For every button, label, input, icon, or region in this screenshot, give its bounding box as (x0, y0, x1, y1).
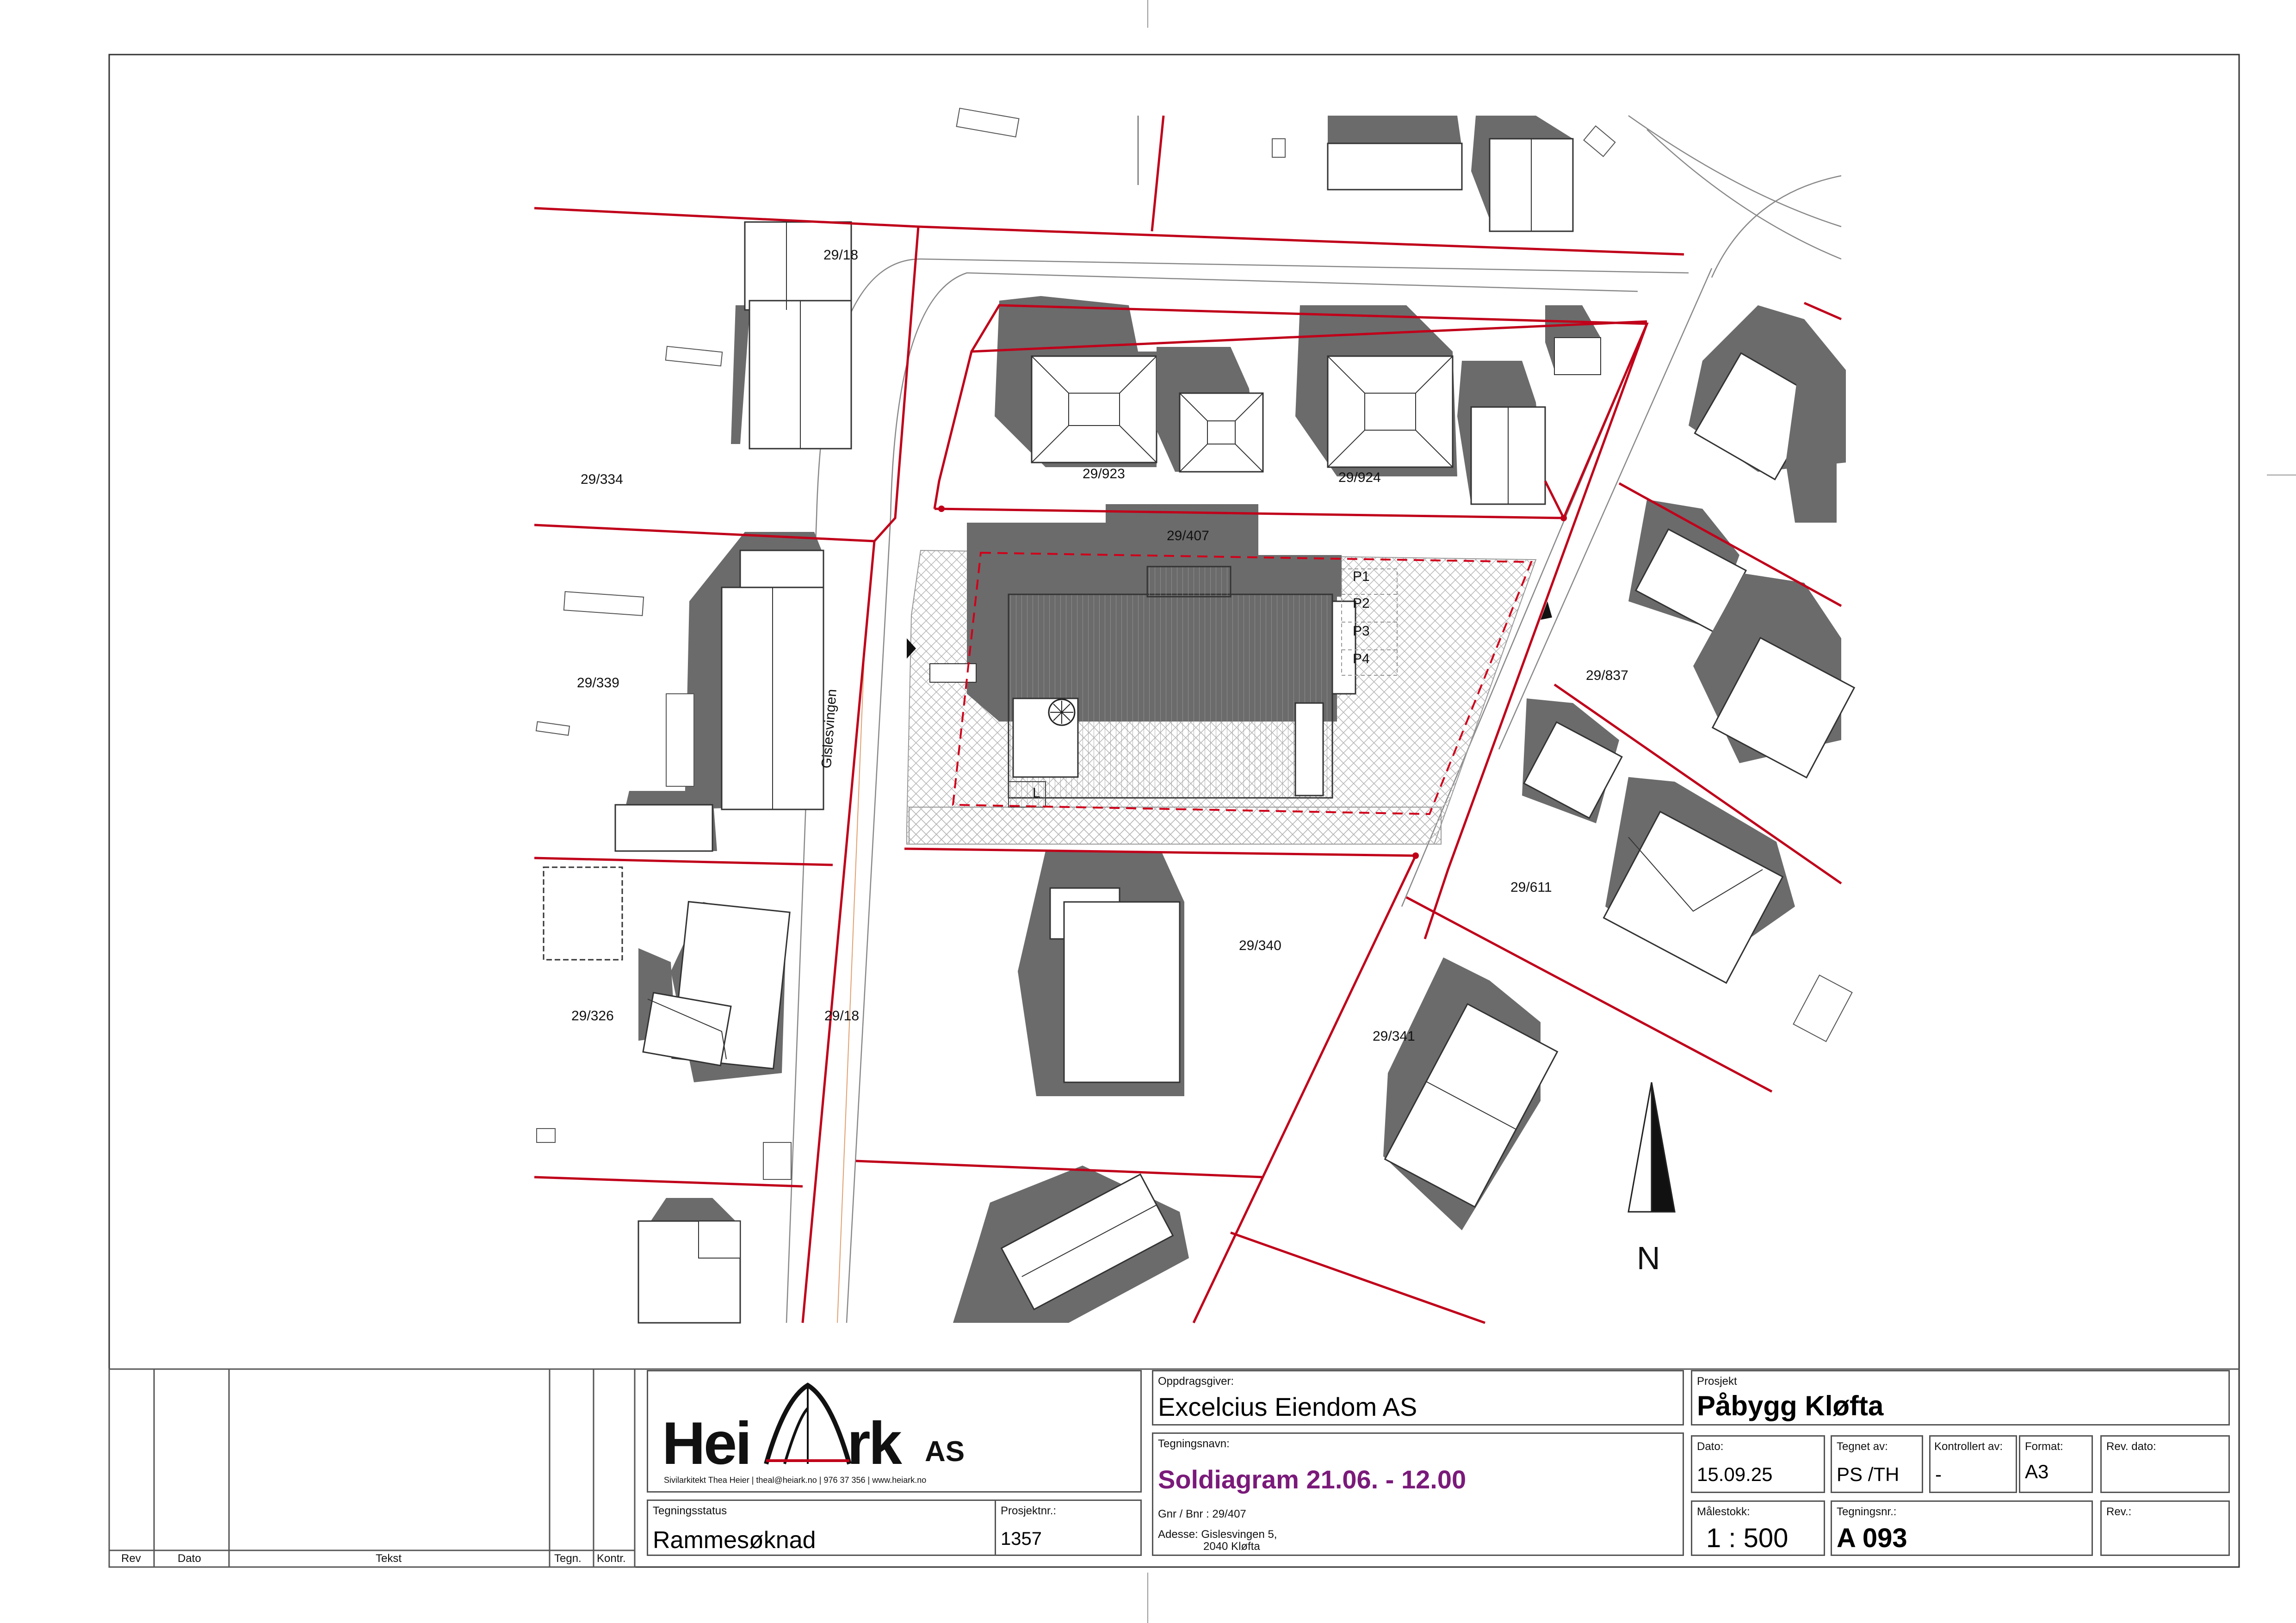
rev-label: Rev.: (2106, 1506, 2132, 1518)
parcel-label-29-923: 29/923 (1083, 466, 1125, 481)
main-building-wing (1331, 600, 1356, 695)
road-east (1401, 115, 1842, 907)
logo-subline: Sivilarkitekt Thea Heier | theal@heiark.… (664, 1475, 927, 1485)
oppdragsgiver-value: Excelcius Eiendom AS (1158, 1392, 1417, 1421)
parcel-label-29-326: 29/326 (571, 1008, 614, 1024)
parking-spot-p4: P4 (1353, 651, 1370, 666)
prosjektnr-value: 1357 (1001, 1529, 1042, 1549)
tegningsstatus-box: Tegningsstatus Rammesøknad (647, 1500, 996, 1556)
company-logo: Hei rk AS Sivilarkitekt Thea Heier | the… (662, 1381, 986, 1485)
prosjekt-label: Prosjekt (1697, 1375, 1737, 1388)
prosjekt-box: Prosjekt Påbygg Kløfta (1691, 1370, 2230, 1426)
north-label: N (1637, 1240, 1660, 1276)
kontrollert-av-value: - (1935, 1463, 1942, 1485)
tekst-header: Tekst (376, 1552, 402, 1565)
parcel-label-29-611: 29/611 (1510, 880, 1552, 895)
parcel-label-29-407: 29/407 (1167, 528, 1209, 543)
tegningsnr-value: A 093 (1837, 1523, 1907, 1553)
tegnet-av-value: PS /TH (1837, 1463, 1900, 1485)
format-box: Format: A3 (2019, 1435, 2093, 1493)
rev-dato-box: Rev. dato: (2100, 1435, 2230, 1493)
dato-label: Dato: (1697, 1440, 1724, 1453)
rev-dato-label: Rev. dato: (2106, 1440, 2156, 1453)
rev-box: Rev.: (2100, 1500, 2230, 1556)
prosjektnr-box: Prosjektnr.: 1357 (995, 1500, 1142, 1556)
tegnet-av-box: Tegnet av: PS /TH (1831, 1435, 1923, 1493)
rev-header: Rev (121, 1552, 141, 1565)
play-area-label: L (1033, 785, 1040, 801)
parcel-label-29-341: 29/341 (1373, 1029, 1415, 1044)
logo-arch-icon (764, 1382, 852, 1465)
logo-suffix: AS (925, 1436, 965, 1468)
parking-spot-p1: P1 (1353, 569, 1370, 584)
tegnet-av-label: Tegnet av: (1837, 1440, 1888, 1453)
logo-name-right: rk (847, 1409, 902, 1477)
tegningsnr-label: Tegningsnr.: (1837, 1506, 1897, 1518)
parking-spot-p2: P2 (1353, 596, 1370, 611)
north-arrow-icon (1628, 1082, 1676, 1213)
main-building-roof-north (1146, 566, 1232, 598)
tegningsnavn-value: Soldiagram 21.06. - 12.00 (1158, 1465, 1467, 1494)
malestokk-box: Målestokk: 1 : 500 (1691, 1500, 1825, 1556)
dato-value: 15.09.25 (1697, 1463, 1773, 1485)
prosjekt-value: Påbygg Kløfta (1697, 1390, 1884, 1421)
malestokk-value: 1 : 500 (1706, 1523, 1789, 1553)
address-line-1: Adesse: Gislesvingen 5, (1158, 1528, 1277, 1541)
tegningsnr-box: Tegningsnr.: A 093 (1831, 1500, 2093, 1556)
oppdragsgiver-label: Oppdragsgiver: (1158, 1375, 1234, 1388)
parcel-label-29-339: 29/339 (577, 675, 619, 691)
parcel-label-29-18-bottom: 29/18 (824, 1008, 860, 1024)
tegningsstatus-value: Rammesøknad (653, 1527, 816, 1554)
oppdragsgiver-box: Oppdragsgiver: Excelcius Eiendom AS (1152, 1370, 1684, 1426)
bike-rack (929, 663, 977, 683)
parking-spot-p3: P3 (1353, 623, 1370, 639)
gnr-bnr-line: Gnr / Bnr : 29/407 (1158, 1508, 1246, 1520)
logo-box: Hei rk AS Sivilarkitekt Thea Heier | the… (647, 1370, 1142, 1493)
parcel-label-29-340: 29/340 (1239, 938, 1281, 953)
tegningsnavn-box: Tegningsnavn: Soldiagram 21.06. - 12.00 … (1152, 1432, 1684, 1556)
format-label: Format: (2025, 1440, 2063, 1453)
malestokk-label: Målestokk: (1697, 1506, 1750, 1518)
logo-name-left: Hei (662, 1409, 752, 1477)
kontrollert-av-box: Kontrollert av: - (1929, 1435, 2017, 1493)
address-line-2: 2040 Kløfta (1203, 1540, 1260, 1553)
parcel-label-29-334: 29/334 (581, 472, 623, 487)
tegn-header: Tegn. (554, 1552, 582, 1565)
tegningsnavn-label: Tegningsnavn: (1158, 1438, 1230, 1450)
prosjektnr-label: Prosjektnr.: (1001, 1505, 1057, 1517)
parcel-label-29-924: 29/924 (1338, 470, 1381, 485)
format-value: A3 (2025, 1461, 2049, 1482)
tegningsstatus-label: Tegningsstatus (653, 1505, 727, 1517)
parcel-label-29-18-top: 29/18 (823, 247, 859, 263)
kontr-header: Kontr. (597, 1552, 626, 1565)
parcel-label-29-837: 29/837 (1586, 668, 1628, 683)
dato-box: Dato: 15.09.25 (1691, 1435, 1825, 1493)
kontrollert-av-label: Kontrollert av: (1934, 1440, 2003, 1453)
dato-header: Dato (178, 1552, 201, 1565)
main-building-wing-b (1294, 702, 1324, 796)
